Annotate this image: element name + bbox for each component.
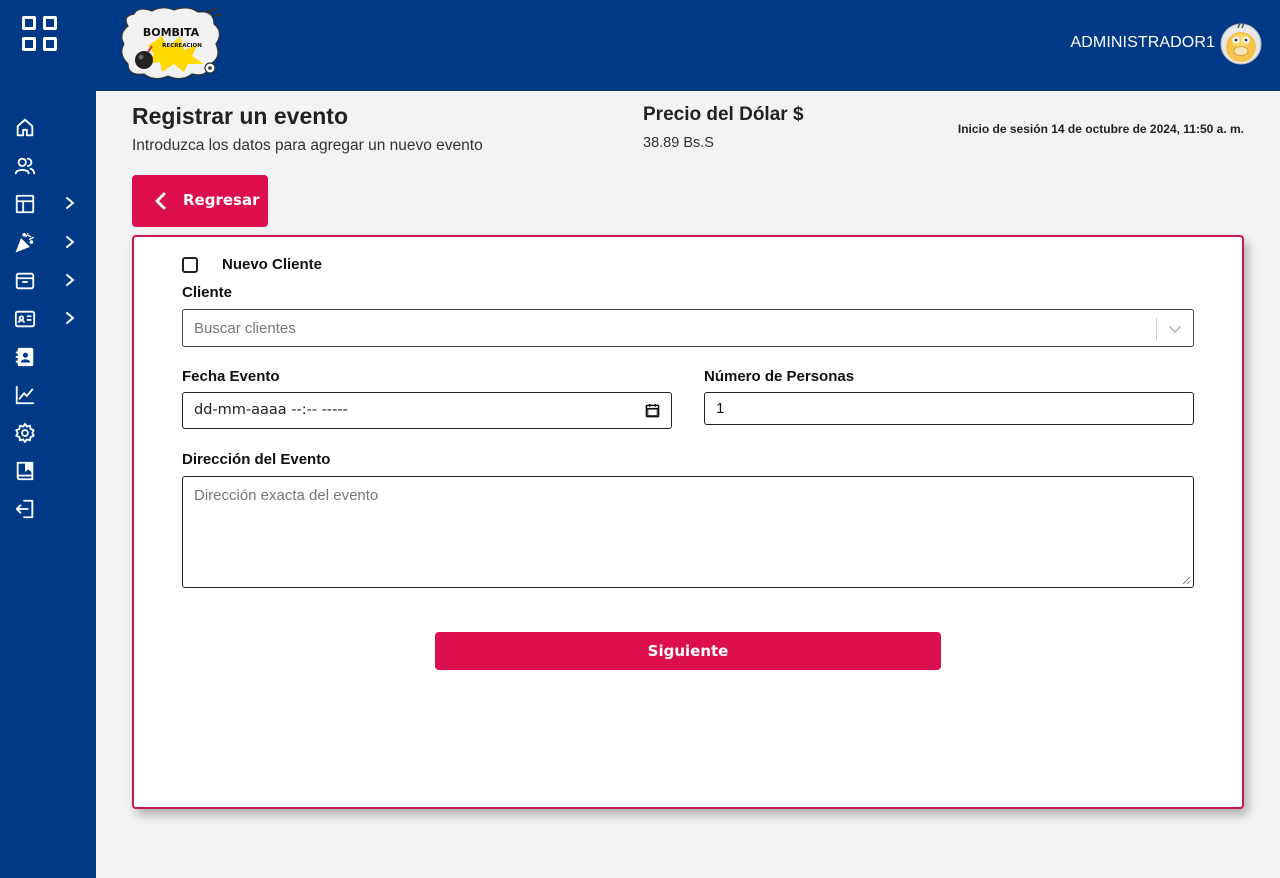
bombita-logo[interactable]: BOMBITA RECREACION <box>118 6 224 80</box>
sidebar-item-id-card[interactable] <box>0 302 96 334</box>
chevron-left-icon <box>155 192 166 210</box>
address-label: Dirección del Evento <box>182 451 331 468</box>
sidebar <box>0 0 96 878</box>
chevron-right-icon[interactable] <box>63 311 77 325</box>
next-button[interactable]: Siguiente <box>435 632 941 670</box>
chevron-right-icon[interactable] <box>63 196 77 210</box>
page-subtitle: Introduzca los datos para agregar un nue… <box>132 137 483 154</box>
sidebar-item-layout[interactable] <box>0 187 96 219</box>
chevron-down-icon[interactable] <box>1169 323 1181 335</box>
sidebar-item-reports[interactable] <box>0 378 96 410</box>
client-search-placeholder: Buscar clientes <box>194 320 296 337</box>
address-placeholder: Dirección exacta del evento <box>194 487 379 504</box>
chart-line-icon <box>15 385 35 405</box>
dollar-price-value: 38.89 Bs.S <box>643 135 714 151</box>
id-card-icon <box>14 310 36 328</box>
layout-icon <box>15 194 35 214</box>
chevron-right-icon[interactable] <box>63 273 77 287</box>
sidebar-item-settings[interactable] <box>0 416 96 448</box>
back-button[interactable]: Regresar <box>132 175 268 227</box>
book-icon <box>16 461 34 481</box>
event-date-value: dd-mm-aaaa --:-- ----- <box>194 402 348 418</box>
session-info: Inicio de sesión 14 de octubre de 2024, … <box>957 122 1244 136</box>
page-title: Registrar un evento <box>132 103 348 129</box>
event-date-input[interactable]: dd-mm-aaaa --:-- ----- <box>182 392 672 429</box>
party-icon <box>15 232 34 253</box>
sidebar-item-manual[interactable] <box>0 454 96 486</box>
users-icon <box>14 157 36 175</box>
resize-grip-icon[interactable] <box>1182 576 1191 585</box>
sidebar-item-contacts[interactable] <box>0 340 96 372</box>
new-client-label[interactable]: Nuevo Cliente <box>222 256 322 273</box>
logo-subtitle: RECREACION <box>162 43 202 49</box>
home-icon <box>16 118 34 137</box>
event-date-label: Fecha Evento <box>182 368 280 385</box>
sidebar-item-home[interactable] <box>0 111 96 143</box>
logout-icon <box>15 499 34 519</box>
logo-title: BOMBITA <box>143 26 200 39</box>
people-count-input[interactable] <box>704 392 1194 425</box>
new-client-checkbox[interactable] <box>182 257 198 273</box>
sidebar-item-archive[interactable] <box>0 264 96 296</box>
chevron-right-icon[interactable] <box>63 235 77 249</box>
client-search-select[interactable]: Buscar clientes <box>182 309 1194 347</box>
contact-book-icon <box>15 347 34 367</box>
client-label: Cliente <box>182 284 233 301</box>
sidebar-item-users[interactable] <box>0 149 96 181</box>
dollar-price-title: Precio del Dólar $ <box>643 104 804 125</box>
sidebar-item-logout[interactable] <box>0 492 96 524</box>
address-textarea[interactable]: Dirección exacta del evento <box>182 476 1194 588</box>
calendar-icon[interactable] <box>645 403 660 418</box>
archive-icon <box>15 272 35 290</box>
user-avatar[interactable] <box>1220 22 1262 66</box>
people-count-label: Número de Personas <box>704 368 855 385</box>
sidebar-item-party[interactable] <box>0 226 96 258</box>
back-button-label: Regresar <box>183 191 260 209</box>
apps-grid-icon[interactable] <box>20 16 60 56</box>
select-separator <box>1156 318 1157 340</box>
gear-icon <box>15 422 35 444</box>
user-name[interactable]: ADMINISTRADOR1 <box>1070 34 1215 52</box>
